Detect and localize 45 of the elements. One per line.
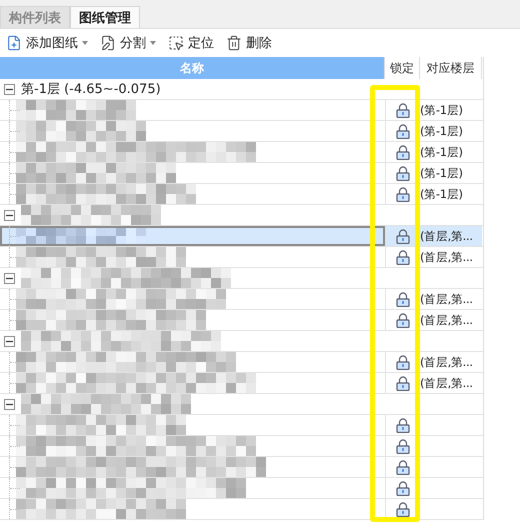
- collapse-toggle[interactable]: [4, 398, 15, 410]
- floor-text: (首层,第...: [420, 376, 473, 390]
- lock-icon: [396, 144, 410, 160]
- trash-icon: [226, 35, 242, 51]
- lock-icon: [396, 418, 410, 432]
- floor-text: (首层,第...: [420, 228, 473, 244]
- floor-text: (首层,第...: [420, 354, 473, 370]
- group-name: 第-1层 (-4.65~-0.075): [21, 81, 161, 98]
- lock-icon: [396, 480, 410, 496]
- floor-text: (第-1层): [420, 124, 463, 138]
- toolbar-button[interactable]: 定位: [166, 31, 216, 55]
- lock-icon: [396, 292, 410, 306]
- lock-icon: [396, 312, 410, 328]
- lock-icon: [396, 376, 410, 390]
- lock-icon: [396, 502, 410, 516]
- collapse-toggle[interactable]: [4, 84, 15, 94]
- collapse-toggle[interactable]: [4, 210, 15, 220]
- floor-text: (首层,第...: [420, 292, 473, 306]
- floor-text: (第-1层): [420, 102, 463, 118]
- lock-icon: [396, 460, 410, 474]
- toolbar-button[interactable]: 分割: [98, 31, 158, 55]
- floor-text: (第-1层): [420, 186, 463, 202]
- collapse-toggle[interactable]: [4, 336, 15, 346]
- lock-icon: [396, 438, 410, 454]
- floor-text: (第-1层): [420, 166, 463, 180]
- floor-text: (首层,第...: [420, 312, 473, 328]
- lock-icon: [396, 102, 410, 118]
- collapse-toggle[interactable]: [4, 272, 15, 284]
- lock-icon: [396, 186, 410, 202]
- lock-icon: [396, 124, 410, 138]
- lock-icon: [396, 228, 410, 244]
- lock-icon: [396, 166, 410, 180]
- name-cell[interactable]: [0, 226, 385, 246]
- lock-icon: [396, 354, 410, 370]
- toolbar-button[interactable]: 添加图纸: [4, 31, 90, 55]
- file-pen-icon: [100, 35, 116, 51]
- file-plus-icon: [6, 35, 22, 51]
- floor-text: (第-1层): [420, 144, 463, 160]
- caret-icon: [150, 41, 156, 45]
- tab[interactable]: 图纸管理: [70, 6, 140, 28]
- floor-text: (首层,第...: [420, 250, 473, 264]
- pointer-icon: [168, 35, 184, 51]
- lock-icon: [396, 250, 410, 264]
- toolbar-button[interactable]: 删除: [224, 31, 274, 55]
- caret-icon: [82, 41, 88, 45]
